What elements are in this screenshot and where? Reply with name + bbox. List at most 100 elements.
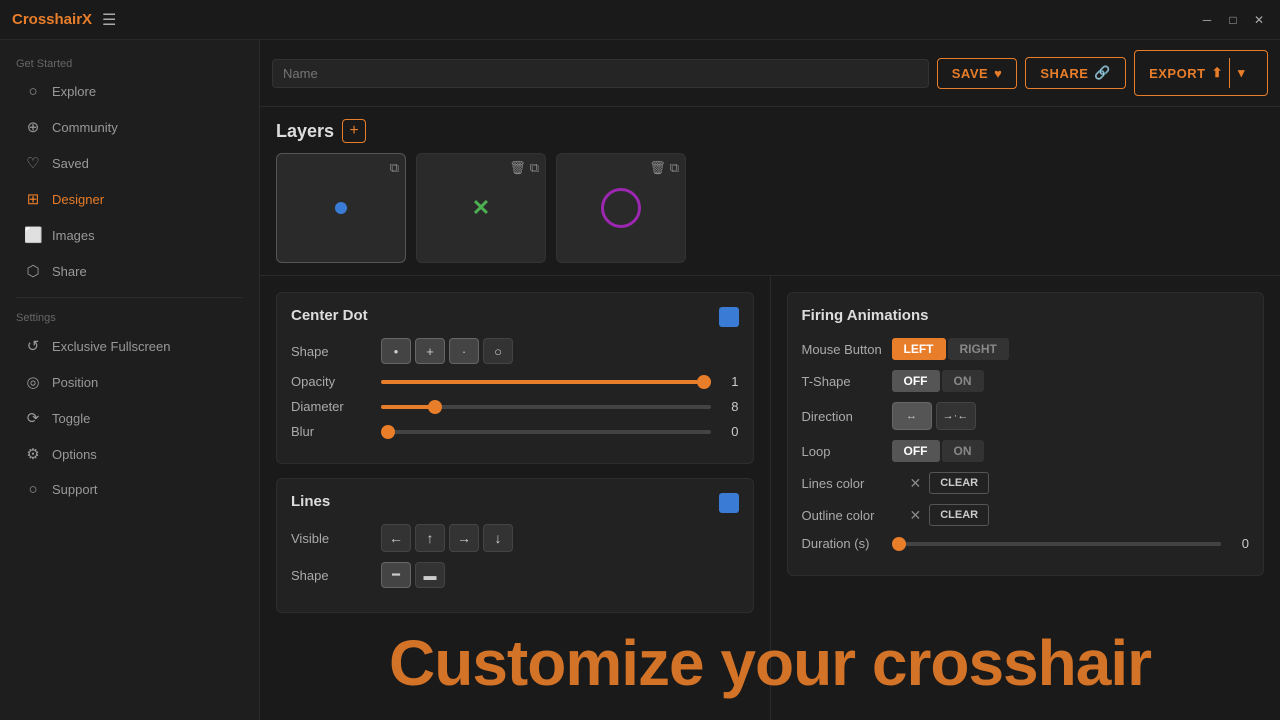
sidebar-item-designer[interactable]: ⊞ Designer — [8, 182, 251, 216]
sidebar-item-toggle[interactable]: ⟳ Toggle — [8, 401, 251, 435]
name-input[interactable] — [272, 59, 929, 88]
sidebar-item-community[interactable]: ⊕ Community — [8, 110, 251, 144]
direction-btn-2[interactable]: →·← — [936, 402, 976, 430]
loop-on-button[interactable]: ON — [942, 440, 984, 462]
images-icon: ⬜ — [24, 226, 42, 244]
vis-btn-right[interactable]: → — [449, 524, 479, 552]
blur-slider[interactable] — [381, 430, 711, 434]
sidebar-item-label: Designer — [52, 192, 104, 207]
exclusive-fullscreen-icon: ↺ — [24, 337, 42, 355]
blur-row: Blur 0 — [291, 424, 739, 439]
right-panel: Firing Animations Mouse Button LEFT RIGH… — [771, 276, 1280, 720]
layer-card-dot[interactable]: ⧉ — [276, 153, 406, 263]
vis-btn-left[interactable]: ← — [381, 524, 411, 552]
designer-icon: ⊞ — [24, 190, 42, 208]
layer-copy-icon[interactable]: ⧉ — [390, 160, 399, 176]
duration-slider[interactable] — [892, 542, 1222, 546]
center-dot-section: Center Dot Shape • + · ○ — [276, 292, 754, 464]
opacity-row: Opacity 1 — [291, 374, 739, 389]
center-dot-title: Center Dot — [291, 307, 739, 324]
lines-color-x-icon[interactable]: ✕ — [910, 475, 922, 492]
layers-add-button[interactable]: + — [342, 119, 366, 143]
sidebar-item-images[interactable]: ⬜ Images — [8, 218, 251, 252]
lines-color-clear-button[interactable]: CLEAR — [929, 472, 989, 494]
shape-btn-small-dot[interactable]: · — [449, 338, 479, 364]
sidebar-item-options[interactable]: ⚙ Options — [8, 437, 251, 471]
minimize-button[interactable]: ─ — [1198, 11, 1216, 29]
sidebar-item-label: Support — [52, 482, 98, 497]
mouse-right-button[interactable]: RIGHT — [948, 338, 1009, 360]
lines-color-box[interactable] — [719, 493, 739, 513]
close-button[interactable]: ✕ — [1250, 11, 1268, 29]
opacity-slider-container: 1 — [381, 374, 739, 389]
sidebar-item-saved[interactable]: ♡ Saved — [8, 146, 251, 180]
saved-icon: ♡ — [24, 154, 42, 172]
visible-row: Visible ← ↑ → ↓ — [291, 524, 739, 552]
share-icon: ⬡ — [24, 262, 42, 280]
diameter-slider[interactable] — [381, 405, 711, 409]
layers-list: ⧉ 🗑 ⧉ ✕ 🗑 ⧉ — [276, 153, 1264, 263]
layer-cross-element: ✕ — [472, 195, 490, 221]
share-button[interactable]: SHARE 🔗 — [1025, 57, 1126, 89]
layer-card-cross[interactable]: 🗑 ⧉ ✕ — [416, 153, 546, 263]
lines-color-label: Lines color — [802, 476, 902, 491]
firing-animations-title: Firing Animations — [802, 307, 1250, 324]
opacity-slider[interactable] — [381, 380, 711, 384]
outline-color-clear-button[interactable]: CLEAR — [929, 504, 989, 526]
mouse-button-row: Mouse Button LEFT RIGHT — [802, 338, 1250, 360]
sidebar-item-share[interactable]: ⬡ Share — [8, 254, 251, 288]
outline-color-row: Outline color ✕ CLEAR — [802, 504, 1250, 526]
shape-buttons: • + · ○ — [381, 338, 513, 364]
layer-copy-icon[interactable]: ⧉ — [670, 160, 679, 176]
main-layout: Get Started ○ Explore ⊕ Community ♡ Save… — [0, 40, 1280, 720]
hamburger-icon[interactable]: ☰ — [102, 10, 116, 30]
sidebar-section-settings: Settings — [0, 306, 259, 328]
save-button[interactable]: SAVE ♥ — [937, 58, 1018, 89]
loop-off-button[interactable]: OFF — [892, 440, 940, 462]
shape-btn-circle[interactable]: ○ — [483, 338, 513, 364]
shape-btn-plus[interactable]: + — [415, 338, 445, 364]
explore-icon: ○ — [24, 83, 42, 100]
firing-animations-section: Firing Animations Mouse Button LEFT RIGH… — [787, 292, 1265, 576]
vis-btn-up[interactable]: ↑ — [415, 524, 445, 552]
lines-section: Lines Visible ← ↑ → ↓ — [276, 478, 754, 613]
sidebar-item-exclusive-fullscreen[interactable]: ↺ Exclusive Fullscreen — [8, 329, 251, 363]
position-icon: ◎ — [24, 373, 42, 391]
tshape-on-button[interactable]: ON — [942, 370, 984, 392]
sidebar-item-label: Share — [52, 264, 87, 279]
community-icon: ⊕ — [24, 118, 42, 136]
vis-btn-down[interactable]: ↓ — [483, 524, 513, 552]
diameter-row: Diameter 8 — [291, 399, 739, 414]
layer-card-circle[interactable]: 🗑 ⧉ — [556, 153, 686, 263]
lines-shape-buttons: ━ ▬ — [381, 562, 445, 588]
center-dot-color-box[interactable] — [719, 307, 739, 327]
layer-copy-icon[interactable]: ⧉ — [530, 160, 539, 176]
layer-dot-element — [335, 202, 347, 214]
export-dropdown-arrow[interactable]: ▾ — [1229, 58, 1253, 88]
support-icon: ○ — [24, 481, 42, 498]
blur-label: Blur — [291, 424, 381, 439]
mouse-left-button[interactable]: LEFT — [892, 338, 946, 360]
sidebar-item-label: Toggle — [52, 411, 90, 426]
outline-color-x-icon[interactable]: ✕ — [910, 507, 922, 524]
lines-shape-btn-2[interactable]: ▬ — [415, 562, 445, 588]
tshape-off-button[interactable]: OFF — [892, 370, 940, 392]
direction-btn-1[interactable]: ↔ — [892, 402, 932, 430]
layer-delete-icon[interactable]: 🗑 — [649, 160, 666, 176]
sidebar-item-explore[interactable]: ○ Explore — [8, 75, 251, 108]
shape-btn-dot[interactable]: • — [381, 338, 411, 364]
opacity-value: 1 — [719, 374, 739, 389]
layer-delete-icon[interactable]: 🗑 — [509, 160, 526, 176]
shape-label: Shape — [291, 344, 381, 359]
loop-row: Loop OFF ON — [802, 440, 1250, 462]
opacity-label: Opacity — [291, 374, 381, 389]
export-button[interactable]: EXPORT ⬆ ▾ — [1134, 50, 1268, 96]
sidebar-item-support[interactable]: ○ Support — [8, 473, 251, 506]
app-title: CrosshairX — [12, 11, 92, 28]
save-heart-icon: ♥ — [994, 66, 1002, 81]
sidebar-item-position[interactable]: ◎ Position — [8, 365, 251, 399]
lines-shape-btn-1[interactable]: ━ — [381, 562, 411, 588]
topbar: SAVE ♥ SHARE 🔗 EXPORT ⬆ ▾ — [260, 40, 1280, 107]
save-label: SAVE — [952, 66, 988, 81]
maximize-button[interactable]: □ — [1224, 11, 1242, 29]
